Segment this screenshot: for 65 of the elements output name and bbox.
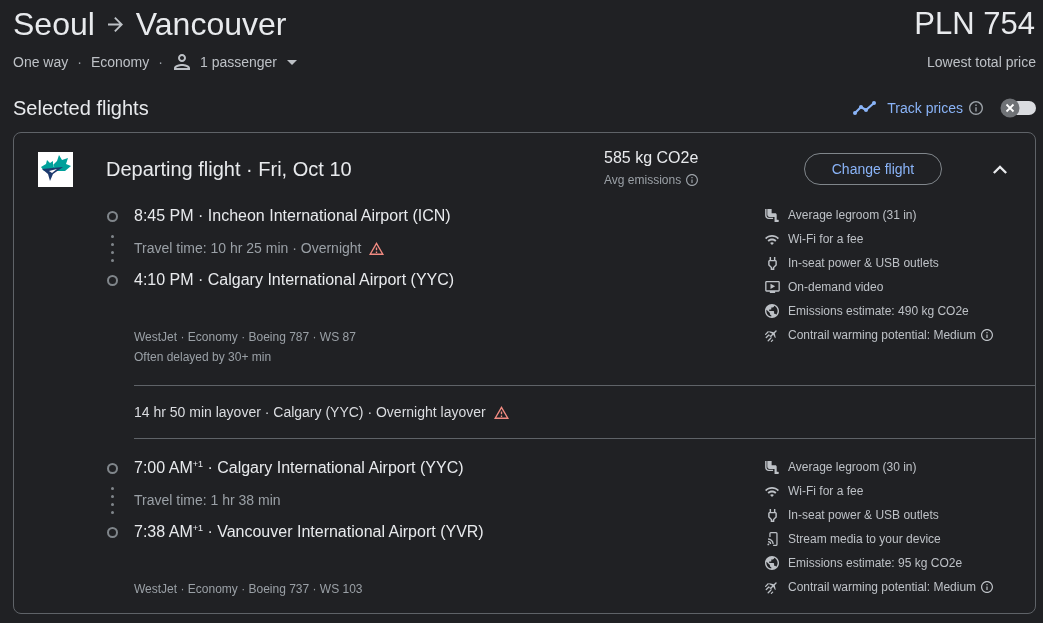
- layover-text: 14 hr 50 min layover · Calgary (YYC) · Overnight layover: [134, 404, 486, 420]
- wifi-icon: [765, 233, 779, 245]
- amenity-text: On-demand video: [788, 280, 884, 294]
- flight-details-text: WestJet · Economy · Boeing 787 · WS 87: [134, 329, 356, 346]
- ring-icon: [106, 462, 118, 474]
- amenity-text: Average legroom (30 in): [788, 460, 917, 474]
- flight-details-text: WestJet · Economy · Boeing 737 · WS 103: [134, 581, 363, 598]
- line-chart-icon: [853, 100, 878, 116]
- flight-details-text: Often delayed by 30+ min: [134, 349, 272, 366]
- destination-city: Vancouver: [135, 5, 287, 44]
- info-icon[interactable]: [981, 329, 994, 341]
- emissions-value: 585 kg CO2e: [604, 148, 699, 168]
- separator: ·: [77, 54, 82, 70]
- track-prices-label: Track prices: [887, 100, 963, 116]
- departure-time-airport: 8:45 PM · Incheon International Airport (ICN): [134, 206, 451, 226]
- person-icon: [173, 54, 190, 70]
- amenity-text: Contrail warming potential: Medium: [788, 328, 977, 342]
- globe-icon: [765, 304, 779, 318]
- seat-icon: [765, 460, 779, 474]
- phone-cast-icon: [766, 532, 778, 546]
- amenity-text: In-seat power & USB outlets: [788, 508, 939, 522]
- video-screen-icon: [764, 281, 780, 293]
- chevron-up-icon[interactable]: [993, 164, 1007, 174]
- plane-streaks-icon: [765, 580, 779, 594]
- amenity-text: Contrail warming potential: Medium: [788, 580, 977, 594]
- travel-time-text: Travel time: 1 hr 38 min: [134, 492, 281, 508]
- seat-icon: [765, 208, 779, 222]
- dotted-line-icon: [110, 486, 114, 514]
- separator: ·: [158, 54, 163, 70]
- origin-city: Seoul: [13, 5, 95, 44]
- amenity-text: Average legroom (31 in): [788, 208, 917, 222]
- info-icon[interactable]: [969, 101, 983, 115]
- globe-icon: [765, 556, 779, 570]
- maple-leaf-logo: [38, 151, 73, 187]
- amenity-text: Wi-Fi for a fee: [788, 484, 864, 498]
- trip-option-text: One way: [13, 54, 69, 70]
- dotted-line-icon: [110, 234, 114, 262]
- passengers-dropdown[interactable]: 1 passenger: [171, 54, 297, 70]
- ring-icon: [106, 210, 118, 222]
- amenity-text: Emissions estimate: 95 kg CO2e: [788, 556, 963, 570]
- ring-icon: [106, 526, 118, 538]
- amenity-text: In-seat power & USB outlets: [788, 256, 939, 270]
- flight-title: Departing flight · Fri, Oct 10: [106, 157, 352, 181]
- info-icon[interactable]: [686, 174, 699, 186]
- amenity-text: Stream media to your device: [788, 532, 941, 546]
- emissions-label: Avg emissions: [604, 172, 682, 189]
- plane-streaks-icon: [765, 328, 779, 342]
- toggle-switch[interactable]: [1000, 98, 1036, 118]
- price-amount: PLN 754: [914, 5, 1035, 43]
- ring-icon: [106, 274, 118, 286]
- arrow-right-icon: [107, 16, 123, 32]
- info-icon[interactable]: [981, 581, 994, 593]
- section-title: Selected flights: [13, 96, 149, 120]
- travel-time-text: Travel time: 10 hr 25 min · Overnight: [134, 240, 362, 256]
- departure-time-airport: 7:00 AM$^{+1}$ · Calgary International Airport (YYC): [134, 458, 464, 478]
- arrival-time-airport: 7:38 AM$^{+1}$ · Vancouver International Airport (YVR): [134, 522, 484, 542]
- amenity-text: Wi-Fi for a fee: [788, 232, 864, 246]
- arrival-time-airport: 4:10 PM · Calgary International Airport (YYC): [134, 270, 455, 290]
- price-note: Lowest total price: [927, 54, 1036, 70]
- trip-option-text: Economy: [90, 54, 150, 70]
- plug-icon: [767, 256, 777, 270]
- wifi-icon: [765, 485, 779, 497]
- amenity-text: Emissions estimate: 490 kg CO2e: [788, 304, 969, 318]
- plug-icon: [767, 508, 777, 522]
- caret-down-icon: [287, 59, 297, 65]
